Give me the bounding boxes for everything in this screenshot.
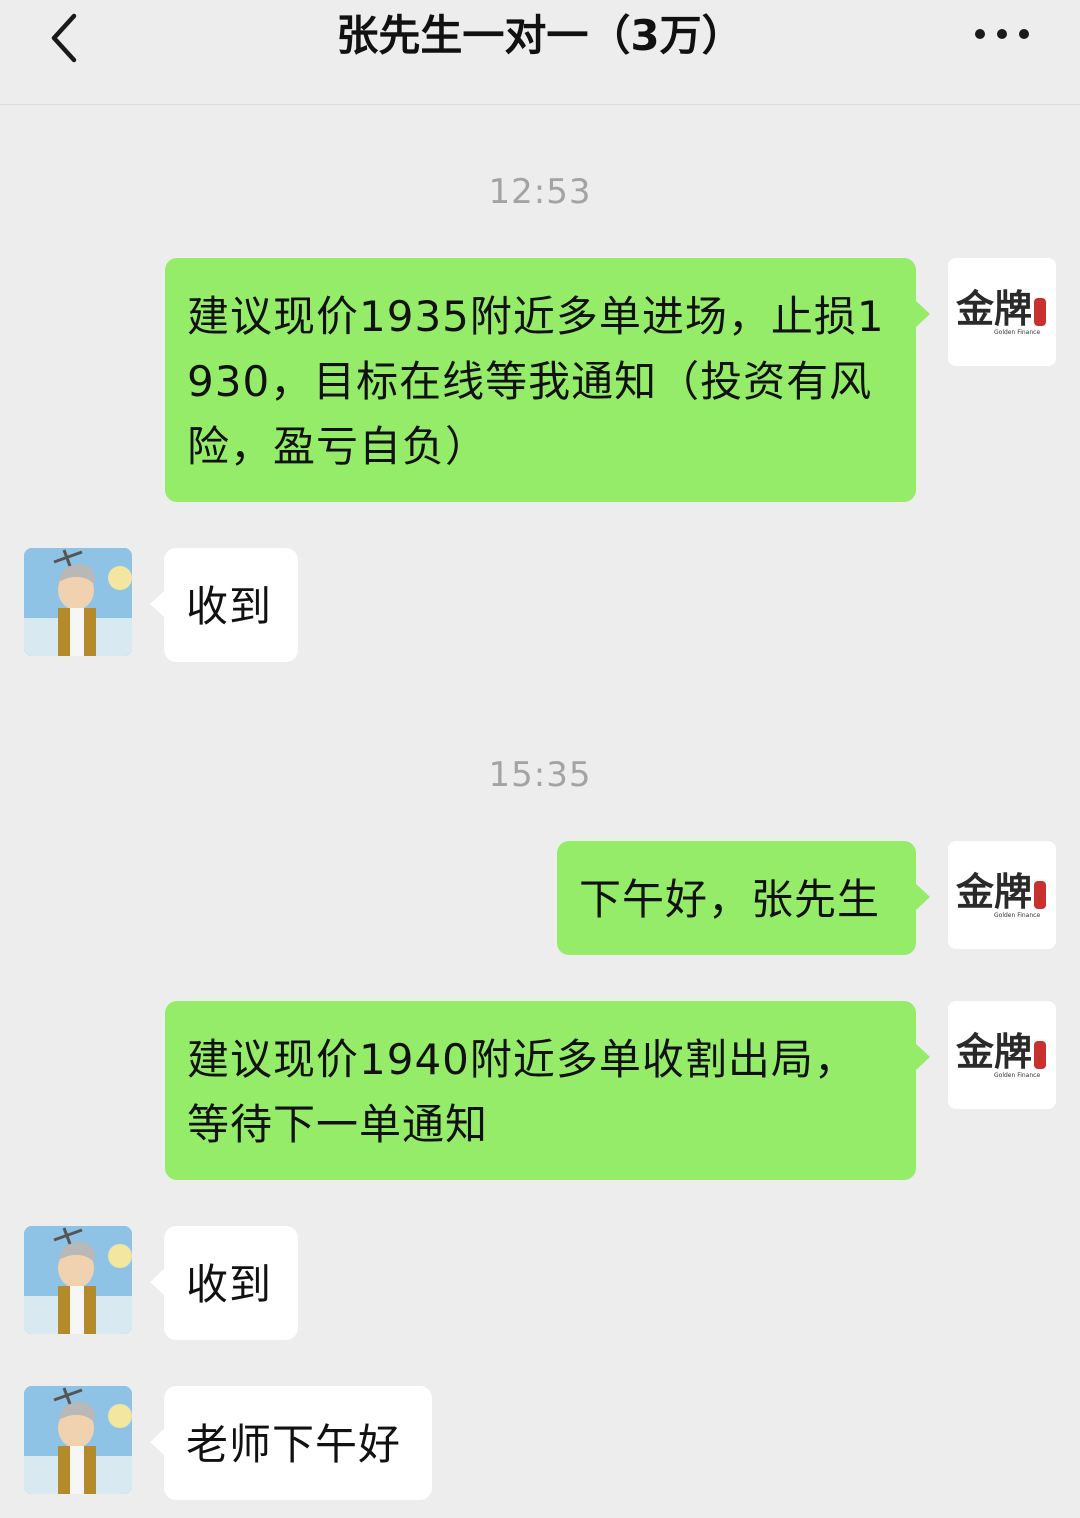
cartoon-avatar-image [24,548,132,656]
svg-text:金牌: 金牌 [955,1029,1032,1074]
cartoon-avatar-image [24,1226,132,1334]
golden-finance-logo: 金牌 Golden Finance [948,1001,1056,1109]
outgoing-message-bubble[interactable]: 下午好，张先生 [557,841,930,955]
incoming-message-bubble[interactable]: 收到 [150,1226,298,1340]
incoming-message-bubble[interactable]: 老师下午好 [150,1386,432,1500]
more-button[interactable] [966,16,1038,52]
svg-text:Golden Finance: Golden Finance [994,912,1040,919]
user-avatar[interactable] [24,1226,132,1334]
chevron-left-icon [51,13,77,63]
golden-finance-logo: 金牌 Golden Finance [948,841,1056,949]
svg-text:金牌: 金牌 [955,869,1032,914]
svg-text:Golden Finance: Golden Finance [994,1072,1040,1079]
timestamp: 12:53 [488,172,592,212]
outgoing-message-bubble[interactable]: 建议现价1940附近多单收割出局，等待下一单通知 [165,1001,930,1180]
top-bar: 张先生一对一（3万） [0,0,1080,105]
svg-text:金牌: 金牌 [955,286,1032,331]
golden-finance-logo: 金牌 Golden Finance [948,258,1056,366]
sender-avatar[interactable]: 金牌 Golden Finance [948,1001,1056,1109]
outgoing-message-bubble[interactable]: 建议现价1935附近多单进场，止损1930，目标在线等我通知（投资有风险，盈亏自… [165,258,930,502]
timestamp: 15:35 [488,755,592,795]
cartoon-avatar-image [24,1386,132,1494]
ellipsis-icon [975,29,1029,39]
chat-title: 张先生一对一（3万） [336,11,744,60]
back-button[interactable] [40,8,96,64]
sender-avatar[interactable]: 金牌 Golden Finance [948,258,1056,366]
sender-avatar[interactable]: 金牌 Golden Finance [948,841,1056,949]
user-avatar[interactable] [24,548,132,656]
chat-screen: 张先生一对一（3万） 12:53 建议现价1935附近多单进场，止损1930，目… [0,0,1080,1518]
user-avatar[interactable] [24,1386,132,1494]
incoming-message-bubble[interactable]: 收到 [150,548,298,662]
svg-text:Golden Finance: Golden Finance [994,329,1040,336]
